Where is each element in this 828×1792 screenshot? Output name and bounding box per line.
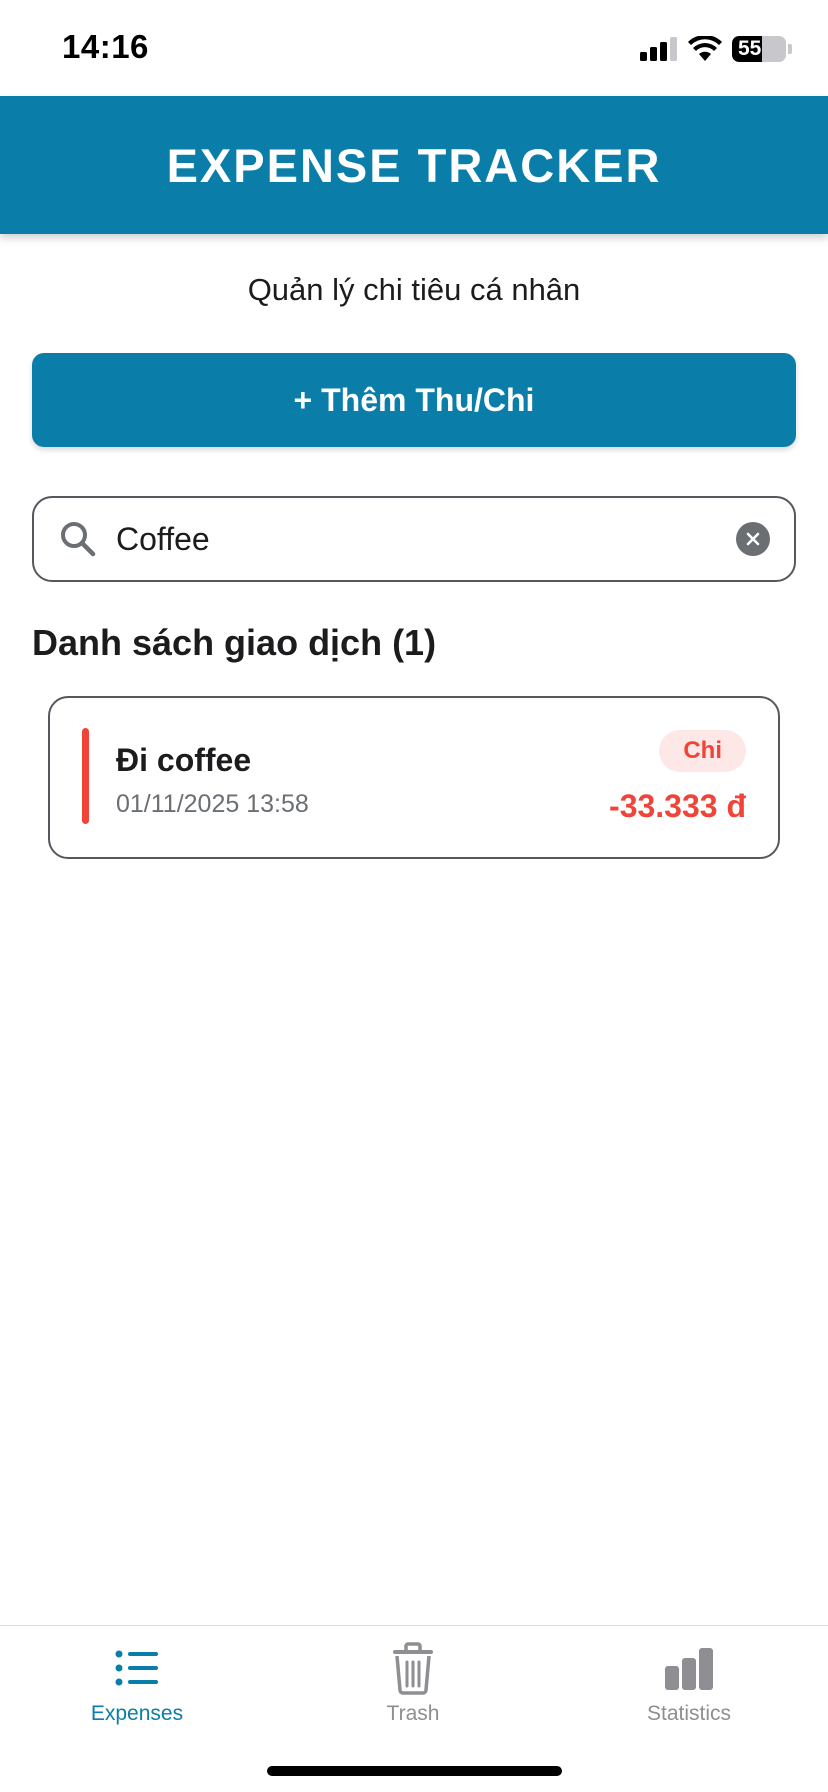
expense-indicator-stripe: [82, 728, 89, 824]
status-icons: 55: [640, 34, 792, 64]
app-header: EXPENSE TRACKER: [0, 96, 828, 234]
app-title: EXPENSE TRACKER: [166, 138, 662, 192]
trash-icon: [393, 1642, 433, 1695]
tab-statistics[interactable]: Statistics: [589, 1640, 789, 1750]
tab-trash[interactable]: Trash: [313, 1640, 513, 1750]
add-transaction-button[interactable]: + Thêm Thu/Chi: [32, 353, 796, 447]
battery-icon: 55: [732, 36, 786, 62]
home-indicator[interactable]: [267, 1766, 562, 1776]
search-input[interactable]: [116, 520, 736, 558]
page-subtitle: Quản lý chi tiêu cá nhân: [247, 272, 581, 307]
cellular-signal-icon: [640, 37, 677, 61]
transaction-datetime: 01/11/2025 13:58: [116, 790, 309, 818]
transaction-amount: -33.333 đ: [609, 788, 746, 824]
search-box[interactable]: [32, 496, 796, 582]
status-time: 14:16: [62, 28, 149, 65]
tab-statistics-label: Statistics: [646, 1702, 732, 1725]
list-icon: [115, 1650, 158, 1686]
wifi-icon: [688, 36, 722, 61]
transaction-type-badge: Chi: [659, 730, 746, 772]
transaction-name: Đi coffee: [116, 742, 252, 778]
tab-expenses-label: Expenses: [90, 1702, 184, 1725]
bar-chart-icon: [665, 1648, 713, 1690]
battery-cap: [788, 44, 792, 54]
transaction-card[interactable]: Đi coffee 01/11/2025 13:58 Chi -33.333 đ: [48, 696, 780, 859]
search-icon: [61, 522, 96, 557]
status-bar: 14:16 55: [0, 0, 828, 96]
app-screen: 14:16 55 EXPENSE TRACKER Quản lý chi tiê…: [0, 0, 828, 1792]
battery-level: 55: [738, 37, 762, 60]
close-icon: [746, 532, 760, 546]
clear-search-icon[interactable]: [736, 522, 770, 556]
transaction-list-title: Danh sách giao dịch (1): [32, 622, 437, 663]
tab-trash-label: Trash: [386, 1702, 440, 1725]
tab-expenses[interactable]: Expenses: [37, 1640, 237, 1750]
